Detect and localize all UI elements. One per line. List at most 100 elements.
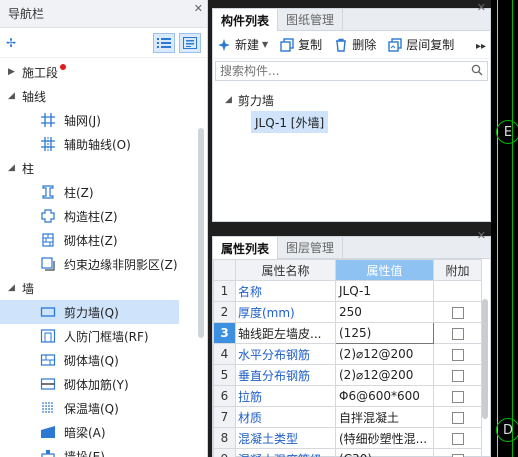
detail-view-button[interactable] bbox=[179, 32, 201, 53]
tab-property-list[interactable]: 属性列表 bbox=[213, 237, 279, 259]
property-value[interactable]: (2)⌀12@200 bbox=[335, 364, 434, 386]
caret-right-icon[interactable]: ▶ bbox=[8, 67, 22, 77]
extra-checkbox[interactable] bbox=[451, 369, 464, 382]
search-input[interactable] bbox=[220, 64, 450, 78]
component-search bbox=[215, 61, 488, 81]
property-extra bbox=[433, 280, 482, 302]
nav-item-label: 暗梁(A) bbox=[64, 425, 106, 440]
caret-down-icon[interactable]: ◢ bbox=[8, 163, 22, 173]
property-extra bbox=[433, 364, 482, 386]
property-value[interactable]: 自拌混凝土 bbox=[335, 406, 434, 428]
nav-item[interactable]: 保温墙(Q) bbox=[0, 396, 207, 420]
property-name: 拉筋 bbox=[235, 385, 336, 407]
property-value[interactable]: (125) bbox=[335, 322, 434, 344]
caret-down-icon[interactable]: ◢ bbox=[8, 283, 22, 293]
nav-item[interactable]: 暗梁(A) bbox=[0, 420, 207, 444]
notification-dot bbox=[60, 64, 67, 70]
column-header-name: 属性名称 bbox=[235, 259, 336, 281]
close-icon[interactable]: ✕ bbox=[194, 2, 203, 15]
table-row[interactable]: 8 混凝土类型 (特细砂塑性混... bbox=[213, 427, 482, 449]
pin-icon[interactable]: ✢ bbox=[6, 36, 16, 50]
property-value[interactable]: JLQ-1 bbox=[335, 280, 434, 302]
property-value[interactable]: (2)⌀12@200 bbox=[335, 343, 434, 365]
tab-drawing-management[interactable]: 图纸管理 bbox=[278, 9, 344, 30]
table-row[interactable]: 2 厚度(mm) 250 bbox=[213, 301, 482, 323]
extra-checkbox[interactable] bbox=[451, 390, 464, 403]
delete-button[interactable]: 删除 bbox=[334, 36, 376, 53]
close-icon[interactable]: ✕ bbox=[477, 229, 486, 242]
row-index: 9 bbox=[213, 448, 236, 457]
nav-item[interactable]: 构造柱(Z) bbox=[0, 204, 207, 228]
row-index: 3 bbox=[213, 322, 236, 344]
property-name: 水平分布钢筋 bbox=[235, 343, 336, 365]
floor-copy-button[interactable]: 层间复制 bbox=[388, 36, 454, 53]
copy-button[interactable]: 复制 bbox=[280, 36, 322, 53]
axis-marker-e[interactable]: E bbox=[496, 120, 518, 144]
property-value[interactable]: Φ6@600*600 bbox=[335, 385, 434, 407]
close-icon[interactable]: ✕ bbox=[477, 1, 486, 14]
nav-title: 导航栏 bbox=[0, 0, 207, 28]
nav-category[interactable]: ◢ 柱 bbox=[0, 156, 207, 180]
list-view-button[interactable] bbox=[153, 32, 175, 53]
component-item[interactable]: JLQ-1 [外墙] bbox=[251, 111, 329, 133]
shear-wall-icon bbox=[40, 304, 56, 320]
caret-down-icon[interactable]: ◢ bbox=[225, 95, 232, 105]
table-row[interactable]: 5 垂直分布钢筋 (2)⌀12@200 bbox=[213, 364, 482, 386]
more-icon[interactable]: ▸▸ bbox=[476, 41, 486, 52]
nav-category[interactable]: ◢ 轴线 bbox=[0, 84, 207, 108]
property-extra bbox=[433, 406, 482, 428]
drawing-canvas[interactable] bbox=[491, 0, 518, 457]
delete-label: 删除 bbox=[352, 38, 377, 52]
tab-layer-management[interactable]: 图层管理 bbox=[278, 237, 344, 258]
table-row[interactable]: 9混凝土强度等级(C30) bbox=[213, 448, 482, 457]
extra-checkbox[interactable] bbox=[451, 411, 464, 424]
properties-scrollbar[interactable] bbox=[482, 299, 488, 419]
nav-item-label: 保温墙(Q) bbox=[64, 401, 119, 416]
nav-item[interactable]: 砌体加筋(Y) bbox=[0, 372, 207, 396]
chevron-down-icon[interactable]: ▼ bbox=[262, 40, 268, 49]
property-value[interactable]: (特细砂塑性混... bbox=[335, 427, 434, 449]
extra-checkbox[interactable] bbox=[451, 348, 464, 361]
property-name: 材质 bbox=[235, 406, 336, 428]
component-group[interactable]: ◢ 剪力墙 bbox=[213, 89, 490, 111]
search-icon[interactable] bbox=[471, 64, 483, 79]
nav-item[interactable]: 柱(Z) bbox=[0, 180, 207, 204]
nav-scrollbar[interactable] bbox=[198, 128, 204, 338]
aux-grid-icon bbox=[40, 136, 56, 152]
table-row[interactable]: 7 材质 自拌混凝土 bbox=[213, 406, 482, 428]
nav-item[interactable]: 砌体墙(Q) bbox=[0, 348, 207, 372]
extra-checkbox[interactable] bbox=[451, 432, 464, 445]
table-row[interactable]: 6 拉筋 Φ6@600*600 bbox=[213, 385, 482, 407]
extra-checkbox[interactable] bbox=[451, 453, 464, 457]
nav-item-label: 人防门框墙(RF) bbox=[64, 329, 149, 344]
extra-checkbox[interactable] bbox=[451, 327, 464, 340]
property-name: 混凝土强度等级 bbox=[235, 448, 336, 457]
tab-component-list[interactable]: 构件列表 bbox=[213, 9, 279, 31]
property-value[interactable]: (C30) bbox=[335, 448, 434, 457]
property-value[interactable]: 250 bbox=[335, 301, 434, 323]
nav-item-label: 砌体加筋(Y) bbox=[64, 377, 129, 392]
new-button[interactable]: 新建 ▼ bbox=[217, 36, 268, 53]
nav-item[interactable]: 砌体柱(Z) bbox=[0, 228, 207, 252]
nav-category[interactable]: ▶ 施工段 bbox=[0, 60, 207, 84]
extra-checkbox[interactable] bbox=[451, 306, 464, 319]
nav-item-label: 约束边缘非阴影区(Z) bbox=[64, 257, 178, 272]
nav-item-label: 墙垛(E) bbox=[64, 449, 105, 457]
new-label: 新建 bbox=[235, 38, 260, 52]
table-row[interactable]: 4 水平分布钢筋 (2)⌀12@200 bbox=[213, 343, 482, 365]
nav-item[interactable]: 墙垛(E) bbox=[0, 444, 207, 457]
nav-item[interactable]: 轴网(J) bbox=[0, 108, 207, 132]
nav-item[interactable]: 剪力墙(Q) bbox=[0, 300, 179, 324]
table-row[interactable]: 3 轴线距左墙皮... (125) bbox=[213, 322, 482, 344]
nav-item[interactable]: 辅助轴线(O) bbox=[0, 132, 207, 156]
nav-category[interactable]: ◢ 墙 bbox=[0, 276, 207, 300]
table-row[interactable]: 1 名称 JLQ-1 bbox=[213, 280, 482, 302]
nav-item[interactable]: 约束边缘非阴影区(Z) bbox=[0, 252, 207, 276]
caret-down-icon[interactable]: ◢ bbox=[8, 91, 22, 101]
navigation-panel: 导航栏 ✕ ✢ ▶ 施工段 ◢ 轴线 轴网(J) 辅助轴线(O) ◢ 柱柱(Z) 构造柱(Z) 砌… bbox=[0, 0, 208, 457]
structural-column-icon bbox=[40, 208, 56, 224]
nav-item[interactable]: 人防门框墙(RF) bbox=[0, 324, 207, 348]
axis-marker-d[interactable]: D bbox=[496, 418, 518, 442]
column-header-extra: 附加 bbox=[433, 259, 482, 281]
nav-item-label: 剪力墙(Q) bbox=[64, 305, 119, 320]
